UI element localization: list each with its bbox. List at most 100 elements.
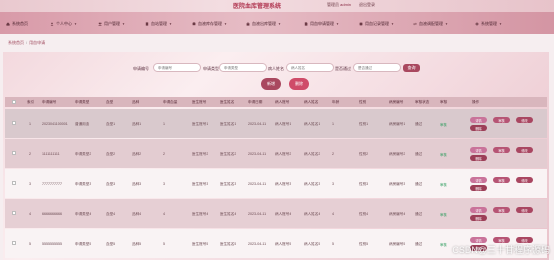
column-header: 医生姓名	[220, 100, 235, 104]
cell-ward: 病房编号5	[389, 242, 406, 246]
chevron-down-icon: ▼	[224, 21, 227, 26]
user-name: admin	[340, 2, 352, 7]
cell-ward: 病房编号1	[389, 122, 406, 126]
row-delete-button[interactable]: 删除	[470, 155, 487, 161]
row-checkbox[interactable]	[12, 181, 16, 185]
audit-link[interactable]: 审核	[440, 212, 447, 217]
cell-amount: 5	[163, 242, 165, 246]
review-button[interactable]: 审核	[493, 117, 510, 123]
select-all-checkbox[interactable]	[12, 100, 16, 104]
cell-doc_name: 医生姓名1	[220, 122, 237, 126]
nav-item-label: 系统首页	[12, 20, 28, 26]
cell-ward: 病房编号4	[389, 212, 406, 216]
review-button[interactable]: 审核	[493, 147, 510, 153]
delete-button[interactable]: 删除	[289, 78, 309, 90]
record-icon	[359, 22, 363, 26]
cell-date: 2023-04-11	[248, 122, 267, 126]
row-checkbox[interactable]	[12, 151, 16, 155]
row-delete-button[interactable]: 删除	[470, 215, 487, 221]
chevron-down-icon: ▼	[278, 21, 281, 26]
row-delete-button[interactable]: 删除	[470, 125, 487, 131]
edit-button[interactable]: 修改	[516, 207, 533, 213]
detail-button[interactable]: 详情	[470, 147, 487, 153]
cell-doc_acc: 医生账号4	[192, 212, 209, 216]
nav-item-9[interactable]: 血液调配管理 ▼	[413, 20, 448, 27]
search-label-code: 申请编号	[133, 66, 149, 71]
column-header: 申请类型	[75, 100, 90, 104]
building-icon	[145, 21, 149, 26]
cell-variety: 品种2	[132, 152, 142, 156]
user-icon	[50, 22, 54, 26]
search-input-pass[interactable]	[353, 63, 401, 72]
detail-button[interactable]: 详情	[470, 177, 487, 183]
cell-amount: 2	[163, 152, 165, 156]
gear-icon	[475, 22, 479, 26]
cell-amount: 4	[163, 212, 165, 216]
detail-button[interactable]: 详情	[470, 117, 487, 123]
cell-variety: 品种3	[132, 182, 142, 186]
search-button[interactable]: 查询	[403, 64, 420, 72]
chevron-down-icon: ▼	[169, 21, 172, 26]
edit-button[interactable]: 修改	[516, 177, 533, 183]
cell-pat_acc: 病人账号3	[275, 182, 292, 186]
cell-status: 通过	[415, 122, 423, 126]
home-icon	[6, 21, 10, 26]
nav-item-7[interactable]: 用血申请管理 ▼	[304, 20, 339, 27]
column-header: 性别	[359, 100, 367, 104]
table-row: 3 7777777777 申请类型3 血型3 品种3 3 医生账号3 医生姓名3 2023-04…	[5, 169, 547, 198]
table-header: 索引 申请编号 申请类型 血型 品种 申请血量 医生账号 医生姓名 申请日期 病人账号 病人姓名 年龄…	[5, 97, 547, 107]
audit-link[interactable]: 审核	[440, 122, 447, 127]
edit-button[interactable]: 修改	[516, 147, 533, 153]
add-button[interactable]: 新增	[261, 78, 281, 90]
cell-pat_acc: 病人账号1	[275, 122, 292, 126]
review-button[interactable]: 审核	[493, 207, 510, 213]
audit-link[interactable]: 审核	[440, 152, 447, 157]
search-input-patient[interactable]	[286, 63, 334, 72]
cell-code: 7777777777	[42, 182, 62, 186]
search-input-type[interactable]	[219, 63, 267, 72]
nav-item-3[interactable]: 用户管理 ▼	[98, 20, 125, 27]
cell-code: 6666666666	[42, 212, 62, 216]
audit-link[interactable]: 审核	[440, 242, 447, 247]
cell-doc_acc: 医生账号2	[192, 152, 209, 156]
cell-age: 5	[332, 242, 334, 246]
nav-item-label: 血液调配管理	[419, 20, 443, 26]
cell-code: 5555555555	[42, 242, 62, 246]
review-button[interactable]: 审核	[493, 177, 510, 183]
cell-status: 通过	[415, 182, 423, 186]
nav-item-1[interactable]: 系统首页	[6, 20, 28, 27]
nav-item-label: 个人中心	[56, 20, 72, 26]
chevron-down-icon: ▼	[391, 21, 394, 26]
cell-sex: 性别1	[359, 122, 369, 126]
nav-item-5[interactable]: 血液库存管理 ▼	[192, 20, 227, 27]
nav-item-6[interactable]: 血液出库管理 ▼	[246, 20, 281, 27]
cell-pat_name: 病人姓名5	[304, 242, 321, 246]
box-out-icon	[246, 21, 250, 26]
detail-button[interactable]: 详情	[470, 207, 487, 213]
audit-link[interactable]: 审核	[440, 182, 447, 187]
chevron-down-icon: ▼	[445, 21, 448, 26]
cell-age: 4	[332, 212, 334, 216]
row-checkbox[interactable]	[12, 241, 16, 245]
cell-blood: 血型2	[106, 152, 116, 156]
edit-button[interactable]: 修改	[516, 117, 533, 123]
search-input-code[interactable]	[153, 63, 201, 72]
cell-pat_name: 病人姓名3	[304, 182, 321, 186]
column-header: 品种	[132, 100, 140, 104]
row-checkbox[interactable]	[12, 211, 16, 215]
cell-blood: 血型5	[106, 242, 116, 246]
row-delete-button[interactable]: 删除	[470, 185, 487, 191]
search-label-patient: 病人姓名	[268, 66, 284, 71]
nav-item-10[interactable]: 系统管理 ▼	[475, 20, 502, 27]
breadcrumb-home[interactable]: 系统首页	[8, 40, 24, 46]
nav-item-8[interactable]: 用血记录管理 ▼	[359, 20, 394, 27]
chevron-down-icon: ▼	[336, 21, 339, 26]
logout-link[interactable]: 退出登录	[359, 2, 375, 8]
nav-item-label: 血液出库管理	[252, 20, 276, 26]
nav-item-4[interactable]: 血站管理 ▼	[145, 20, 172, 27]
cell-amount: 1	[163, 122, 165, 126]
row-checkbox[interactable]	[12, 121, 16, 125]
cell-index: 1	[29, 122, 31, 126]
nav-item-2[interactable]: 个人中心 ▼	[50, 20, 77, 27]
nav-item-label: 用户管理	[104, 20, 120, 26]
